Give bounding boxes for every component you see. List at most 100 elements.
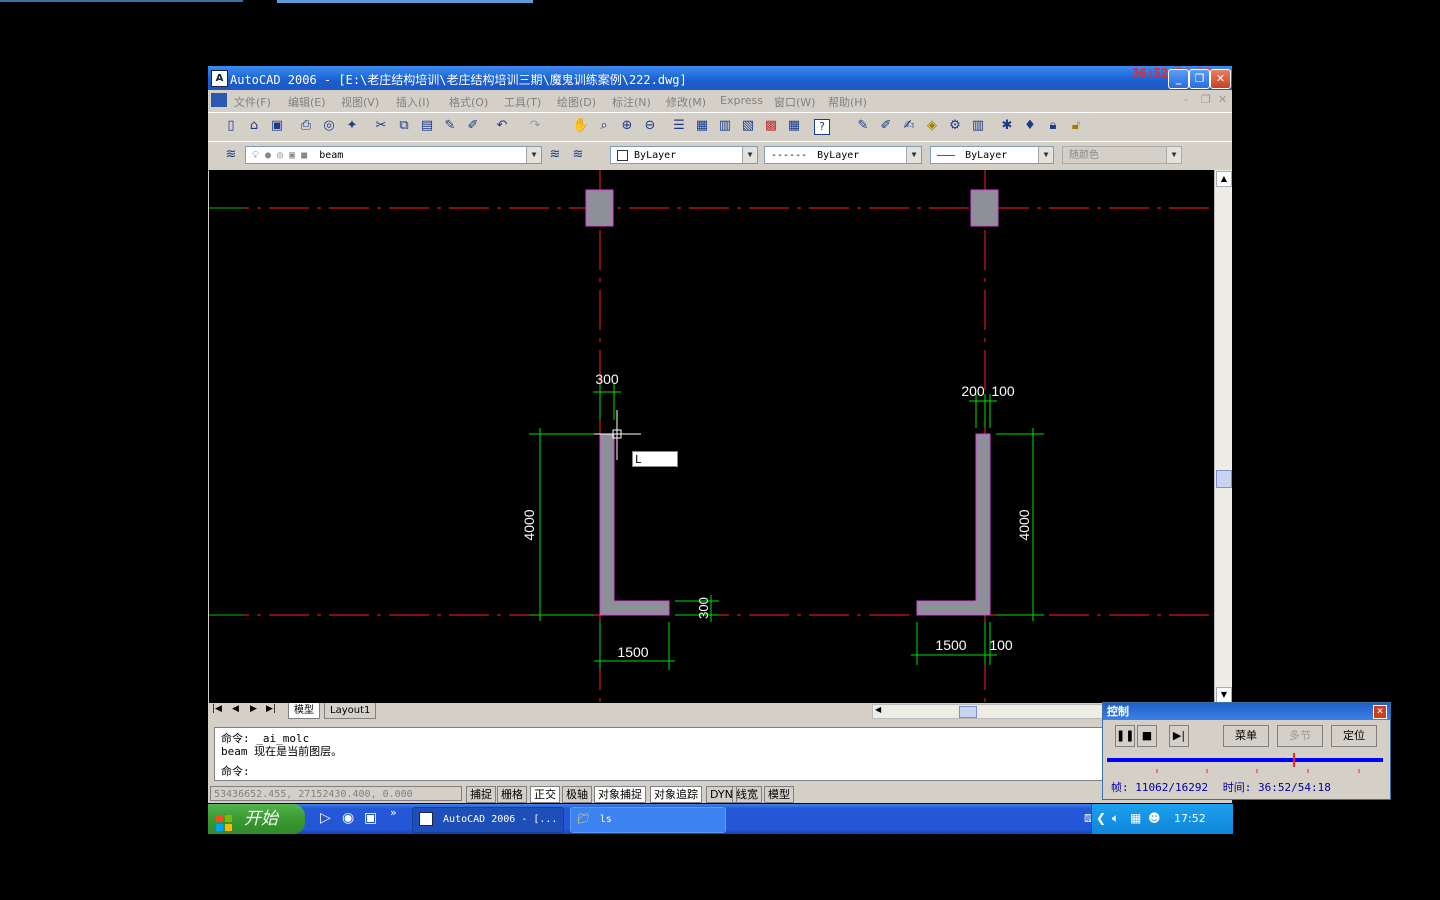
tab-next-icon[interactable]: ▶ xyxy=(250,704,257,714)
task-autocad[interactable]: AutoCAD 2006 - [... xyxy=(412,807,564,833)
sheet-set-icon[interactable]: ▧ xyxy=(739,117,757,135)
menu-dimension[interactable]: 标注(N) xyxy=(612,94,651,110)
status-model[interactable]: 模型 xyxy=(764,786,794,803)
control-close-icon[interactable]: ✕ xyxy=(1373,705,1387,719)
design-center-icon[interactable]: ▦ xyxy=(693,117,711,135)
make-current-icon[interactable]: ≋ xyxy=(546,146,564,164)
quicklaunch-media-icon[interactable]: ▷ xyxy=(320,810,331,826)
open-icon[interactable]: ⌂ xyxy=(245,117,263,135)
status-ortho[interactable]: 正交 xyxy=(530,786,560,803)
cut-icon[interactable]: ✂ xyxy=(372,117,390,135)
layer-manager-icon[interactable]: ≋ xyxy=(222,146,240,164)
status-grid[interactable]: 栅格 xyxy=(497,786,527,803)
pause-button[interactable]: ❚❚ xyxy=(1115,725,1135,747)
layer-unlock-icon[interactable]: 🔓︎ xyxy=(1067,117,1085,135)
menu-window[interactable]: 窗口(W) xyxy=(774,94,815,110)
color-combo[interactable]: ByLayer ▼ xyxy=(610,146,758,164)
lineweight-combo[interactable]: ——— ByLayer ▼ xyxy=(930,146,1054,164)
close-button[interactable]: ✕ xyxy=(1210,69,1231,89)
linetype-combo[interactable]: ------ ByLayer ▼ xyxy=(764,146,922,164)
quicklaunch-player-icon[interactable]: ◉ xyxy=(342,810,354,826)
plotstyle-combo[interactable]: 随颜色 ▼ xyxy=(1062,146,1182,164)
command-prompt[interactable]: 命令: xyxy=(221,763,250,779)
chevron-down-icon[interactable]: ▼ xyxy=(742,147,757,163)
chevron-down-icon[interactable]: ▼ xyxy=(1166,147,1181,163)
layer-match-icon[interactable]: ▥ xyxy=(969,117,987,135)
status-otrack[interactable]: 对象追踪 xyxy=(650,786,702,803)
help-icon[interactable]: ? xyxy=(814,119,830,135)
edit-2-icon[interactable]: ✐ xyxy=(877,117,895,135)
calculator-icon[interactable]: ▦ xyxy=(785,117,803,135)
tab-prev-icon[interactable]: ◀ xyxy=(232,704,239,714)
control-title-bar[interactable]: 控制 ✕ xyxy=(1103,703,1390,720)
pan-icon[interactable]: ✋ xyxy=(572,117,590,135)
menu-button[interactable]: 菜单 xyxy=(1223,725,1269,747)
locate-button[interactable]: 定位 xyxy=(1331,725,1377,747)
menu-help[interactable]: 帮助(H) xyxy=(828,94,867,110)
menu-format[interactable]: 格式(O) xyxy=(449,94,488,110)
quicklaunch-desktop-icon[interactable]: ▣ xyxy=(364,810,377,826)
step-button[interactable]: ▶| xyxy=(1169,725,1189,747)
copy-icon[interactable]: ⧉ xyxy=(395,117,413,135)
paste-icon[interactable]: ▤ xyxy=(418,117,436,135)
scroll-left-icon[interactable]: ◀ xyxy=(875,705,881,714)
tray-messenger-icon[interactable]: ☻ xyxy=(1148,811,1161,825)
menu-view[interactable]: 视图(V) xyxy=(341,94,379,110)
layer-lock-icon[interactable]: 🔒︎ xyxy=(1044,117,1062,135)
menu-edit[interactable]: 编辑(E) xyxy=(288,94,326,110)
plot-preview-icon[interactable]: ◎ xyxy=(320,117,338,135)
menu-modify[interactable]: 修改(M) xyxy=(666,94,706,110)
tab-first-icon[interactable]: |◀ xyxy=(212,704,222,714)
zoom-previous-icon[interactable]: ⊖ xyxy=(641,117,659,135)
menu-file[interactable]: 文件(F) xyxy=(234,94,271,110)
horizontal-scrollbar[interactable]: ◀ xyxy=(872,704,1104,719)
tab-last-icon[interactable]: ▶| xyxy=(266,704,276,714)
status-polar[interactable]: 极轴 xyxy=(562,786,592,803)
undo-icon[interactable]: ↶ xyxy=(493,117,511,135)
menu-draw[interactable]: 绘图(D) xyxy=(557,94,596,110)
match-properties-icon[interactable]: ✎ xyxy=(441,117,459,135)
tray-volume-icon[interactable]: 🔈︎ xyxy=(1112,811,1119,826)
scroll-up-icon[interactable]: ▲ xyxy=(1216,171,1232,187)
layer-previous-icon[interactable]: ≋ xyxy=(569,146,587,164)
minimize-button[interactable]: _ xyxy=(1168,69,1189,89)
tab-model[interactable]: 模型 xyxy=(288,703,320,719)
plot-icon[interactable]: ⎙ xyxy=(297,117,315,135)
markup-icon[interactable]: ▩ xyxy=(762,117,780,135)
status-snap[interactable]: 捕捉 xyxy=(466,786,496,803)
tab-layout1[interactable]: Layout1 xyxy=(324,703,377,719)
layer-combo[interactable]: 💡︎ ● ◎ ▣ ■ beam ▼ xyxy=(245,146,542,164)
start-button[interactable]: 开始 xyxy=(208,804,305,834)
layer-states-icon[interactable]: ◈ xyxy=(923,117,941,135)
edit-1-icon[interactable]: ✎ xyxy=(854,117,872,135)
new-icon[interactable]: ▯ xyxy=(222,117,240,135)
quicklaunch-more-icon[interactable]: » xyxy=(390,806,397,819)
chevron-down-icon[interactable]: ▼ xyxy=(1038,147,1053,163)
title-bar[interactable]: A AutoCAD 2006 - [E:\老庄结构培训\老庄结构培训三期\魔鬼训… xyxy=(208,66,1232,90)
maximize-button[interactable]: ❐ xyxy=(1189,69,1210,89)
chevron-down-icon[interactable]: ▼ xyxy=(526,147,541,163)
publish-icon[interactable]: ✦ xyxy=(343,117,361,135)
vertical-scrollbar[interactable]: ▲ ▼ xyxy=(1214,170,1232,703)
zoom-window-icon[interactable]: ⊕ xyxy=(618,117,636,135)
edit-3-icon[interactable]: ✍ xyxy=(900,117,918,135)
drawing-canvas[interactable]: 300 4000 1500 300 200 100 4000 1500 100 … xyxy=(209,170,1214,703)
tray-expand-icon[interactable]: ❮ xyxy=(1096,811,1106,825)
menu-insert[interactable]: 插入(I) xyxy=(396,94,430,110)
block-editor-icon[interactable]: ✐ xyxy=(464,117,482,135)
status-osnap[interactable]: 对象捕捉 xyxy=(594,786,646,803)
layer-off-icon[interactable]: ♦ xyxy=(1021,117,1039,135)
redo-icon[interactable]: ↷ xyxy=(526,117,544,135)
scroll-thumb[interactable] xyxy=(1216,470,1232,488)
zoom-realtime-icon[interactable]: ⌕ xyxy=(595,117,613,135)
multi-section-button[interactable]: 多节 xyxy=(1277,725,1323,747)
doc-minimize-icon[interactable]: – xyxy=(1183,93,1189,106)
save-icon[interactable]: ▣ xyxy=(268,117,286,135)
status-lineweight[interactable]: 线宽 xyxy=(732,786,762,803)
properties-icon[interactable]: ☰ xyxy=(670,117,688,135)
stop-button[interactable]: ■ xyxy=(1137,725,1157,747)
chevron-down-icon[interactable]: ▼ xyxy=(906,147,921,163)
doc-restore-icon[interactable]: ❐ xyxy=(1201,93,1211,106)
tray-network-icon[interactable]: ▦ xyxy=(1130,811,1141,825)
document-icon[interactable] xyxy=(211,93,227,107)
